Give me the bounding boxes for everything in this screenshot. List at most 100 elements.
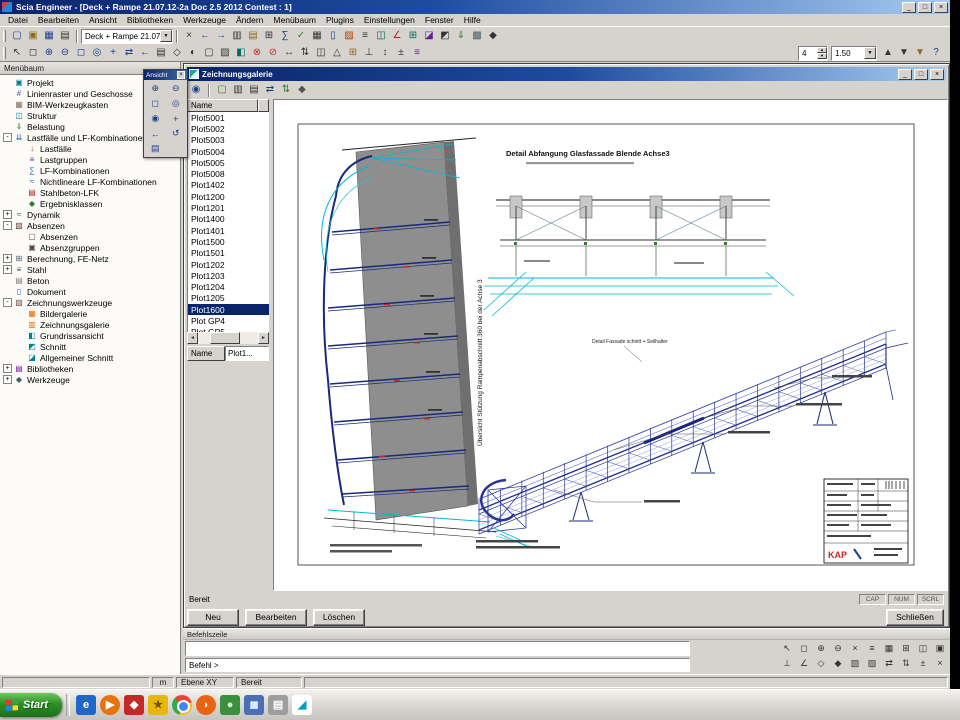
- box-select-icon[interactable]: ◻: [796, 641, 812, 655]
- axes-icon[interactable]: ∠: [389, 29, 405, 43]
- number-spinner[interactable]: 4 ▲ ▼: [798, 46, 828, 61]
- scale-icon[interactable]: △: [329, 46, 345, 60]
- project-combo[interactable]: Deck + Rampe 21.07 ▼: [81, 29, 173, 44]
- menu-item[interactable]: Hilfe: [459, 14, 486, 26]
- command-panel-header[interactable]: Befehlszeile: [183, 629, 950, 640]
- entity-icon[interactable]: ▣: [932, 641, 948, 655]
- gallery-minimize-button[interactable]: _: [898, 69, 912, 80]
- tree-item[interactable]: ∑ LF-Kombinationen: [0, 165, 180, 176]
- help-icon[interactable]: ?: [928, 46, 944, 60]
- tree-expander[interactable]: +: [3, 364, 12, 373]
- layer-up-icon[interactable]: ▲: [880, 46, 896, 60]
- tree-expander[interactable]: -: [3, 221, 12, 230]
- layers-icon[interactable]: ≡: [864, 641, 880, 655]
- paste-icon[interactable]: ▤: [245, 29, 261, 43]
- hscroll-thumb[interactable]: [210, 332, 240, 344]
- document-icon[interactable]: ▯: [325, 29, 341, 43]
- settings-icon[interactable]: ◆: [485, 29, 501, 43]
- plot-list-item[interactable]: Plot1400: [188, 214, 269, 225]
- multiply-icon[interactable]: ×: [932, 656, 948, 670]
- plane-icon[interactable]: ◫: [915, 641, 931, 655]
- undo-icon[interactable]: ←: [197, 29, 213, 43]
- print-plot-icon[interactable]: ▤: [246, 83, 262, 97]
- status-unit[interactable]: m: [152, 677, 174, 688]
- measure-icon[interactable]: ±: [393, 46, 409, 60]
- redo-icon[interactable]: →: [213, 29, 229, 43]
- menu-item[interactable]: Menübaum: [268, 14, 321, 26]
- plot-list-item[interactable]: Plot1201: [188, 202, 269, 213]
- pan-icon[interactable]: +: [105, 46, 121, 60]
- tree-item[interactable]: ◩ Schnitt: [0, 341, 180, 352]
- status-plane[interactable]: Ebene XY: [176, 677, 234, 688]
- plot-list-item[interactable]: Plot5008: [188, 168, 269, 179]
- menu-item[interactable]: Datei: [3, 14, 33, 26]
- menu-item[interactable]: Werkzeuge: [178, 14, 231, 26]
- tree-expander[interactable]: +: [3, 210, 12, 219]
- mirror-icon[interactable]: ◫: [313, 46, 329, 60]
- fill-icon[interactable]: ▨: [864, 656, 880, 670]
- export-plot-icon[interactable]: ⇄: [262, 83, 278, 97]
- drawing-canvas[interactable]: Übersicht Stützung Rampenabschnitt 360 b…: [273, 99, 948, 591]
- gray-app-icon[interactable]: ▤: [268, 695, 288, 715]
- angle-icon[interactable]: ∠: [796, 656, 812, 670]
- zoom-all-icon[interactable]: ◎: [89, 46, 105, 60]
- perspective-icon[interactable]: ◇: [169, 46, 185, 60]
- zoom-in-icon[interactable]: ⊕: [145, 81, 166, 96]
- node-icon[interactable]: ◇: [813, 656, 829, 670]
- maximize-button[interactable]: □: [918, 2, 932, 13]
- plot-list-column-name[interactable]: Name: [187, 99, 258, 112]
- scroll-left-icon[interactable]: ◄: [187, 332, 198, 344]
- copy-plot-icon[interactable]: ▥: [230, 83, 246, 97]
- internet-explorer-icon[interactable]: e: [76, 695, 96, 715]
- shading-icon[interactable]: ◐: [185, 46, 201, 60]
- hid-lines-icon[interactable]: ▧: [217, 46, 233, 60]
- new-plot-icon[interactable]: ▢: [214, 83, 230, 97]
- tree-item[interactable]: ▥ Zeichnungsgalerie: [0, 319, 180, 330]
- print-view-icon[interactable]: ▤: [145, 141, 166, 156]
- results-icon[interactable]: ∑: [277, 29, 293, 43]
- zoom-in-icon[interactable]: ⊕: [813, 641, 829, 655]
- swap-icon[interactable]: ⇄: [881, 656, 897, 670]
- menu-item[interactable]: Bibliotheken: [122, 14, 178, 26]
- combo-dropdown-icon[interactable]: ▼: [160, 30, 172, 42]
- tree-item[interactable]: + ◆ Werkzeuge: [0, 374, 180, 385]
- toolbar-grip[interactable]: [3, 30, 6, 42]
- plot-list-item[interactable]: Plot5001: [188, 112, 269, 123]
- gallery-title-bar[interactable]: Zeichnungsgalerie _ □ ×: [187, 67, 946, 81]
- tree-item[interactable]: ▯ Dokument: [0, 286, 180, 297]
- load-icon[interactable]: ⇓: [453, 29, 469, 43]
- tree-expander[interactable]: +: [3, 265, 12, 274]
- command-history[interactable]: [185, 641, 690, 656]
- pan-icon[interactable]: +: [166, 111, 187, 126]
- previous-view-icon[interactable]: ←: [145, 126, 166, 141]
- tree-expander[interactable]: +: [3, 254, 12, 263]
- zoom-out-icon[interactable]: ⊖: [830, 641, 846, 655]
- calculator-icon[interactable]: ⊞: [261, 29, 277, 43]
- chart-icon[interactable]: ◪: [421, 29, 437, 43]
- plot-list-hscroll[interactable]: ◄ ►: [187, 332, 269, 344]
- snap-icon[interactable]: ⊞: [345, 46, 361, 60]
- toolbar-grip[interactable]: [3, 47, 6, 59]
- menu-item[interactable]: Ansicht: [84, 14, 122, 26]
- plot-list-item[interactable]: Plot1203: [188, 270, 269, 281]
- plot-list-item[interactable]: Plot1600: [188, 304, 269, 315]
- zoom-all-icon[interactable]: ◎: [166, 96, 187, 111]
- delete-button[interactable]: Löschen: [313, 609, 365, 626]
- menu-item[interactable]: Einstellungen: [359, 14, 420, 26]
- filter-icon[interactable]: ▼: [912, 46, 928, 60]
- new-document-icon[interactable]: ▢: [9, 29, 25, 43]
- plot-list-item[interactable]: Plot5003: [188, 135, 269, 146]
- tree-item[interactable]: ≈ Nichtlineare LF-Kombinationen: [0, 176, 180, 187]
- close-project-icon[interactable]: ×: [181, 29, 197, 43]
- close-icon[interactable]: ×: [177, 71, 185, 79]
- gallery-close-button[interactable]: ×: [930, 69, 944, 80]
- plot-list-item[interactable]: Plot1205: [188, 293, 269, 304]
- tree-item[interactable]: ▣ Absenzgruppen: [0, 242, 180, 253]
- plot-list-item[interactable]: Plot5005: [188, 157, 269, 168]
- zoom-window-icon[interactable]: ◻: [73, 46, 89, 60]
- rotate-view-icon[interactable]: ⇄: [121, 46, 137, 60]
- check-structure-icon[interactable]: ✓: [293, 29, 309, 43]
- gallery-maximize-button[interactable]: □: [914, 69, 928, 80]
- plot-name-input[interactable]: Plot1...: [225, 346, 269, 361]
- menu-item[interactable]: Plugins: [321, 14, 359, 26]
